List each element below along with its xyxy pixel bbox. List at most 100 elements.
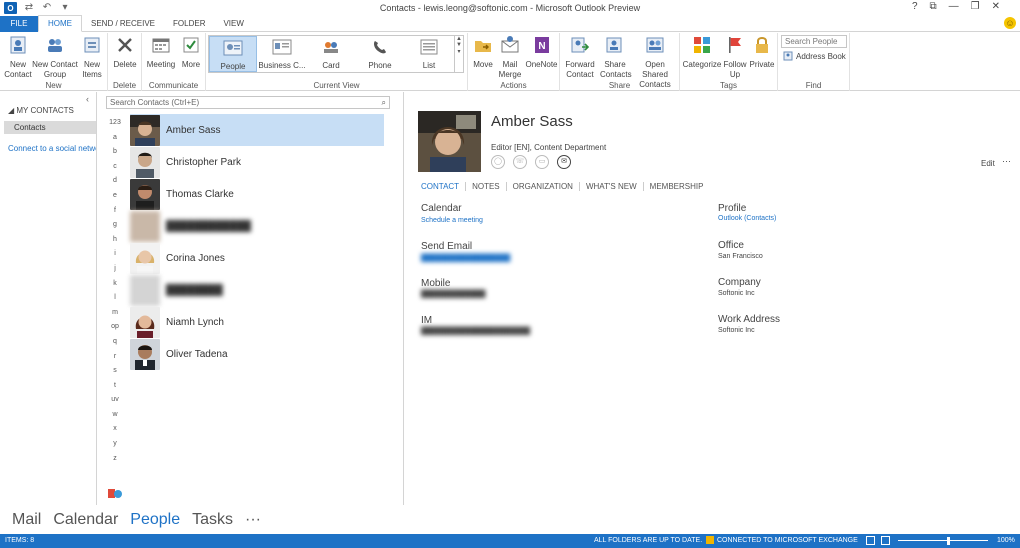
follow-up-button[interactable]: Follow Up [722, 35, 748, 80]
nav-mail[interactable]: Mail [12, 511, 41, 529]
alpha-index-m[interactable]: m [108, 306, 122, 321]
tab-membership[interactable]: MEMBERSHIP [642, 182, 710, 191]
view-list[interactable]: List [405, 36, 453, 72]
tab-contact[interactable]: CONTACT [421, 182, 465, 191]
alpha-index-c[interactable]: c [108, 160, 122, 175]
help-button[interactable]: ? [912, 1, 918, 12]
address-book-button[interactable]: Address Book [783, 51, 846, 61]
forward-contact-button[interactable]: Forward Contact [562, 35, 598, 80]
contact-card-christopher-park[interactable]: Christopher Park [130, 146, 384, 178]
my-contacts-header[interactable]: ◢ MY CONTACTS [8, 106, 74, 115]
alpha-index-e[interactable]: e [108, 189, 122, 204]
email-icon[interactable]: ✉ [557, 155, 571, 169]
nav-calendar[interactable]: Calendar [53, 511, 118, 529]
onenote-button[interactable]: N OneNote [525, 35, 558, 70]
social-connector-icon[interactable] [108, 488, 122, 500]
alpha-index-s[interactable]: s [108, 364, 122, 379]
tab-home[interactable]: HOME [38, 15, 82, 32]
more-options-button[interactable]: ··· [1002, 156, 1011, 166]
new-items-button[interactable]: New Items [78, 35, 106, 80]
alpha-index-r[interactable]: r [108, 350, 122, 365]
zoom-level[interactable]: 100% [997, 537, 1015, 544]
alpha-index-t[interactable]: t [108, 379, 122, 394]
alpha-index-k[interactable]: k [108, 277, 122, 292]
view-people[interactable]: People [209, 36, 257, 72]
profile-source-link[interactable]: Outlook (Contacts) [718, 215, 776, 222]
exchange-status[interactable]: CONNECTED TO MICROSOFT EXCHANGE [706, 536, 858, 544]
share-contacts-button[interactable]: Share Contacts [600, 35, 632, 80]
tab-folder[interactable]: FOLDER [164, 16, 214, 32]
alpha-index-j[interactable]: j [108, 262, 122, 277]
close-button[interactable]: ✕ [992, 1, 1000, 12]
search-contacts-input[interactable]: Search Contacts (Ctrl+E) ⌕ [106, 96, 390, 109]
search-people-input[interactable]: Search People [781, 35, 847, 48]
new-contact-button[interactable]: New Contact [3, 35, 33, 80]
alpha-index-i[interactable]: i [108, 247, 122, 262]
move-button[interactable]: Move [470, 35, 496, 70]
customize-dropdown-icon[interactable]: ▾ [59, 2, 71, 14]
alpha-index-g[interactable]: g [108, 218, 122, 233]
alpha-index-123[interactable]: 123 [108, 116, 122, 131]
normal-view-icon[interactable] [866, 536, 875, 545]
categorize-button[interactable]: Categorize [682, 35, 722, 70]
video-icon[interactable]: ▭ [535, 155, 549, 169]
connect-social-network-link[interactable]: Connect to a social network [8, 144, 96, 153]
more-button[interactable]: More [178, 35, 204, 70]
tab-file[interactable]: FILE [0, 15, 38, 32]
view-business-card[interactable]: Business C... [258, 36, 306, 72]
nav-more[interactable]: ··· [245, 511, 261, 529]
delete-button[interactable]: Delete [112, 35, 138, 70]
tab-view[interactable]: VIEW [214, 16, 252, 32]
alpha-index-b[interactable]: b [108, 145, 122, 160]
ribbon-display-button[interactable]: ⧉ [930, 1, 937, 12]
zoom-slider-thumb[interactable] [946, 537, 950, 545]
email-address-link[interactable]: ██████████████████ [421, 255, 510, 262]
alpha-index-l[interactable]: l [108, 291, 122, 306]
call-icon[interactable]: ☏ [513, 155, 527, 169]
contacts-folder[interactable]: Contacts [4, 121, 96, 134]
collapse-folder-pane-icon[interactable]: ‹ [86, 94, 89, 104]
contact-card-niamh-lynch[interactable]: Niamh Lynch [130, 306, 384, 338]
send-receive-icon[interactable]: ⇄ [23, 2, 35, 14]
alpha-index-z[interactable]: z [108, 452, 122, 467]
alpha-index-op[interactable]: op [108, 320, 122, 335]
contact-card-blurred-2[interactable]: ████████ [130, 274, 384, 306]
schedule-meeting-link[interactable]: Schedule a meeting [421, 217, 483, 224]
contact-card-thomas-clarke[interactable]: Thomas Clarke [130, 178, 384, 210]
im-icon[interactable]: ◯ [491, 155, 505, 169]
edit-contact-link[interactable]: Edit [981, 159, 995, 168]
tab-whats-new[interactable]: WHAT'S NEW [578, 182, 643, 191]
contact-card-corina-jones[interactable]: Corina Jones [130, 242, 384, 274]
alpha-index-a[interactable]: a [108, 131, 122, 146]
undo-icon[interactable]: ↶ [41, 2, 53, 14]
alpha-index-h[interactable]: h [108, 233, 122, 248]
nav-people[interactable]: People [130, 511, 180, 529]
alpha-index-uv[interactable]: uv [108, 393, 122, 408]
mobile-number[interactable]: █████████████ [421, 291, 485, 298]
gallery-scroll-button[interactable]: ▲ ▼ ▾ [454, 36, 463, 72]
mail-merge-button[interactable]: Mail Merge [496, 35, 524, 80]
alpha-index-x[interactable]: x [108, 422, 122, 437]
tab-send-receive[interactable]: SEND / RECEIVE [82, 16, 164, 32]
search-icon[interactable]: ⌕ [382, 98, 386, 108]
nav-tasks[interactable]: Tasks [192, 511, 233, 529]
reading-view-icon[interactable] [881, 536, 890, 545]
maximize-button[interactable]: ❐ [971, 1, 980, 12]
alpha-index-y[interactable]: y [108, 437, 122, 452]
contact-card-amber-sass[interactable]: Amber Sass [130, 114, 384, 146]
contact-card-blurred[interactable]: ████████████ [130, 210, 384, 242]
alpha-index-f[interactable]: f [108, 204, 122, 219]
tab-organization[interactable]: ORGANIZATION [505, 182, 579, 191]
zoom-slider[interactable] [898, 540, 988, 541]
contact-card-oliver-tadena[interactable]: Oliver Tadena [130, 338, 384, 370]
tab-notes[interactable]: NOTES [465, 182, 506, 191]
new-contact-group-button[interactable]: New Contact Group [32, 35, 78, 80]
private-button[interactable]: Private [748, 35, 776, 70]
view-card[interactable]: Card [307, 36, 355, 72]
im-address[interactable]: ██████████████████████ [421, 328, 530, 335]
alpha-index-d[interactable]: d [108, 174, 122, 189]
minimize-button[interactable]: — [949, 1, 959, 12]
meeting-button[interactable]: Meeting [145, 35, 177, 70]
alpha-index-q[interactable]: q [108, 335, 122, 350]
view-phone[interactable]: Phone [356, 36, 404, 72]
